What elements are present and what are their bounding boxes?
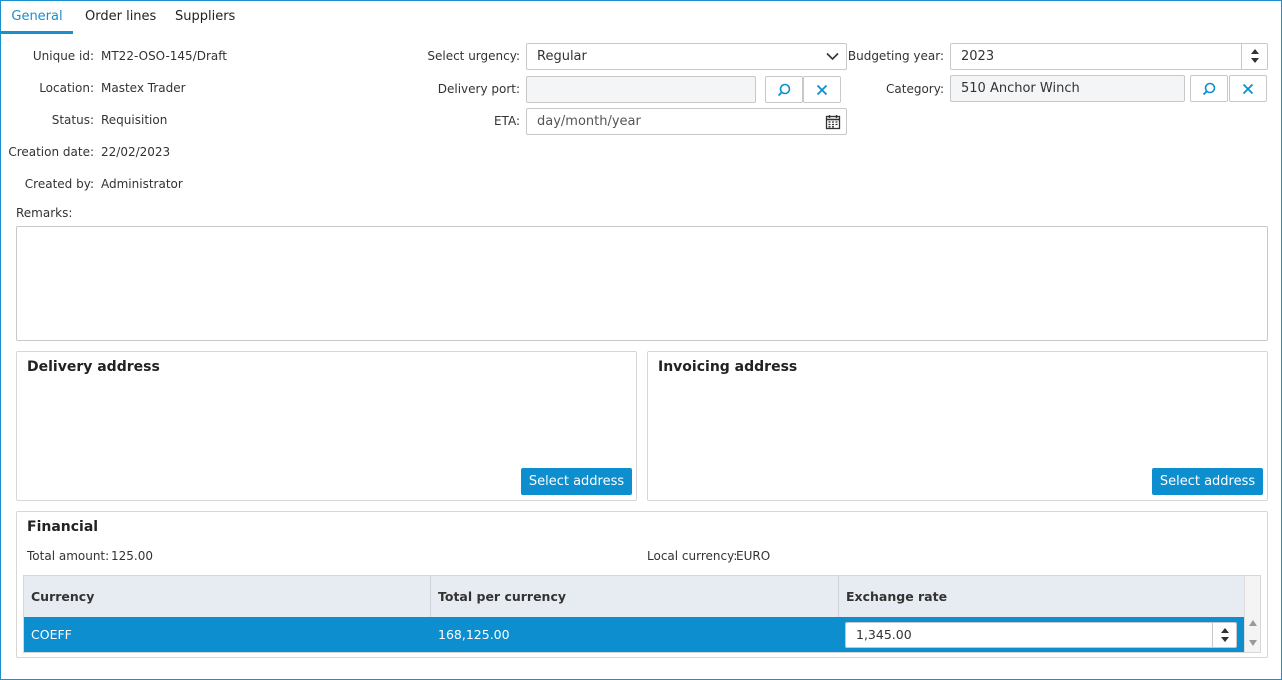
scroll-down-icon[interactable] [1249, 640, 1257, 646]
search-icon [777, 83, 791, 96]
cell-currency: COEFF [31, 627, 72, 642]
location-value: Mastex Trader [101, 81, 186, 95]
remarks-label: Remarks: [16, 206, 73, 220]
status-value: Requisition [101, 113, 168, 127]
column-header-currency[interactable]: Currency [24, 576, 431, 617]
exchange-rate-input[interactable]: 1,345.00 [845, 622, 1237, 648]
spinner-icon [1221, 628, 1229, 642]
created-by-label: Created by: [24, 177, 94, 191]
chevron-down-icon [826, 52, 839, 61]
scroll-up-icon[interactable] [1249, 620, 1257, 626]
cell-total: 168,125.00 [438, 627, 510, 642]
eta-placeholder: day/month/year [537, 114, 641, 129]
tab-suppliers[interactable]: Suppliers [175, 1, 235, 34]
eta-label: ETA: [493, 114, 520, 128]
eta-input[interactable]: day/month/year [526, 108, 847, 135]
unique-id-value: MT22-OSO-145/Draft [101, 49, 227, 63]
unique-id-label: Unique id: [32, 49, 94, 63]
creation-date-label: Creation date: [8, 145, 94, 159]
tab-general[interactable]: General [1, 1, 73, 34]
search-icon [1202, 82, 1216, 95]
category-label: Category: [886, 82, 944, 96]
delivery-port-input[interactable] [526, 76, 756, 103]
spinner-icon [1251, 49, 1259, 63]
invoicing-address-title: Invoicing address [658, 359, 798, 375]
category-clear-button[interactable] [1229, 75, 1267, 102]
close-icon [1242, 83, 1254, 94]
delivery-port-label: Delivery port: [437, 82, 520, 96]
category-search-button[interactable] [1190, 75, 1228, 102]
status-label: Status: [51, 113, 94, 127]
urgency-label: Select urgency: [427, 49, 520, 63]
table-row[interactable]: COEFF 168,125.00 1,345.00 [24, 617, 1245, 652]
delivery-port-clear-button[interactable] [803, 76, 841, 103]
category-input[interactable]: 510 Anchor Winch [950, 75, 1185, 102]
total-amount-value: 125.00 [111, 549, 153, 563]
delivery-address-panel: Delivery address Select address [16, 351, 637, 501]
exchange-rate-value: 1,345.00 [856, 627, 912, 642]
table-header: Currency Total per currency Exchange rat… [24, 576, 1245, 617]
tab-order-lines[interactable]: Order lines [85, 1, 156, 34]
delivery-select-address-button[interactable]: Select address [521, 468, 632, 495]
tab-bar: General Order lines Suppliers [1, 1, 1281, 35]
column-header-exchange-rate[interactable]: Exchange rate [839, 576, 1245, 617]
remarks-textarea[interactable] [16, 226, 1268, 341]
budgeting-year-input[interactable]: 2023 [950, 43, 1268, 70]
column-header-total-per-currency[interactable]: Total per currency [431, 576, 839, 617]
delivery-port-search-button[interactable] [765, 76, 803, 103]
budgeting-year-label: Budgeting year: [847, 49, 944, 63]
app-frame: General Order lines Suppliers Unique id:… [0, 0, 1282, 680]
local-currency-value: EURO [736, 549, 771, 563]
currency-table: Currency Total per currency Exchange rat… [23, 575, 1261, 653]
created-by-value: Administrator [101, 177, 183, 191]
delivery-address-title: Delivery address [27, 359, 160, 375]
budgeting-year-value: 2023 [961, 49, 995, 64]
year-stepper[interactable] [1241, 44, 1267, 69]
local-currency-label: Local currency: [647, 549, 738, 563]
invoicing-address-panel: Invoicing address Select address [647, 351, 1268, 501]
rate-stepper[interactable] [1212, 623, 1236, 647]
calendar-icon[interactable] [825, 114, 841, 130]
urgency-value: Regular [537, 49, 587, 64]
total-amount-label: Total amount: [27, 549, 110, 563]
financial-title: Financial [27, 519, 99, 535]
urgency-select[interactable]: Regular [526, 43, 847, 70]
invoicing-select-address-button[interactable]: Select address [1152, 468, 1263, 495]
table-scrollbar[interactable] [1244, 576, 1260, 652]
location-label: Location: [39, 81, 94, 95]
close-icon [816, 84, 828, 95]
creation-date-value: 22/02/2023 [101, 145, 171, 159]
